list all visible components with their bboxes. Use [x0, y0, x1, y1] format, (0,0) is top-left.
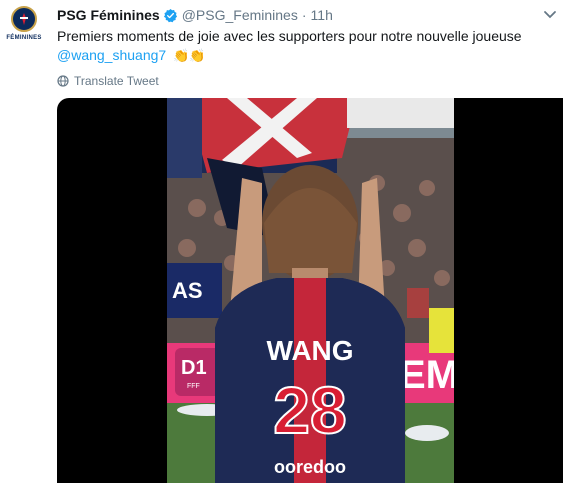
- translate-label: Translate Tweet: [74, 74, 159, 88]
- banner-right-text: EM: [399, 353, 454, 397]
- chevron-down-icon[interactable]: [543, 8, 557, 22]
- banner-d1-text: D1: [181, 357, 207, 379]
- tweet-body: Premiers moments de joie avec les suppor…: [57, 28, 522, 44]
- tweet-header: PSG Féminines @PSG_Feminines · 11h: [57, 5, 523, 25]
- time-separator: ·: [301, 7, 307, 23]
- psg-crest-logo: [11, 6, 37, 32]
- jersey-name: WANG: [266, 335, 353, 366]
- verified-badge-icon: [163, 8, 178, 23]
- mention-link[interactable]: @wang_shuang7: [57, 47, 166, 63]
- video-player[interactable]: AS D1 FFF EM WANG 28 ooredoo: [57, 98, 563, 483]
- video-scene: AS D1 FFF EM WANG 28 ooredoo: [167, 98, 454, 483]
- tweet-text: Premiers moments de joie avec les suppor…: [57, 27, 552, 65]
- avatar-label: FÉMININES: [6, 35, 42, 41]
- account-name[interactable]: PSG Féminines: [57, 7, 160, 23]
- avatar[interactable]: FÉMININES: [4, 6, 44, 54]
- tweet-card[interactable]: FÉMININES PSG Féminines @PSG_Feminines ·…: [0, 0, 563, 483]
- globe-icon: [57, 75, 69, 87]
- tweet-time[interactable]: 11h: [311, 7, 333, 23]
- jersey-sponsor: ooredoo: [274, 457, 346, 477]
- video-frame[interactable]: AS D1 FFF EM WANG 28 ooredoo: [167, 98, 454, 483]
- banner-d1-sub: FFF: [187, 383, 200, 390]
- clapping-emoji: 👏👏: [173, 48, 206, 63]
- translate-tweet-link[interactable]: Translate Tweet: [57, 72, 159, 90]
- account-handle[interactable]: @PSG_Feminines: [182, 7, 298, 23]
- jersey-number: 28: [273, 373, 346, 447]
- banner-left-text: AS: [172, 278, 203, 303]
